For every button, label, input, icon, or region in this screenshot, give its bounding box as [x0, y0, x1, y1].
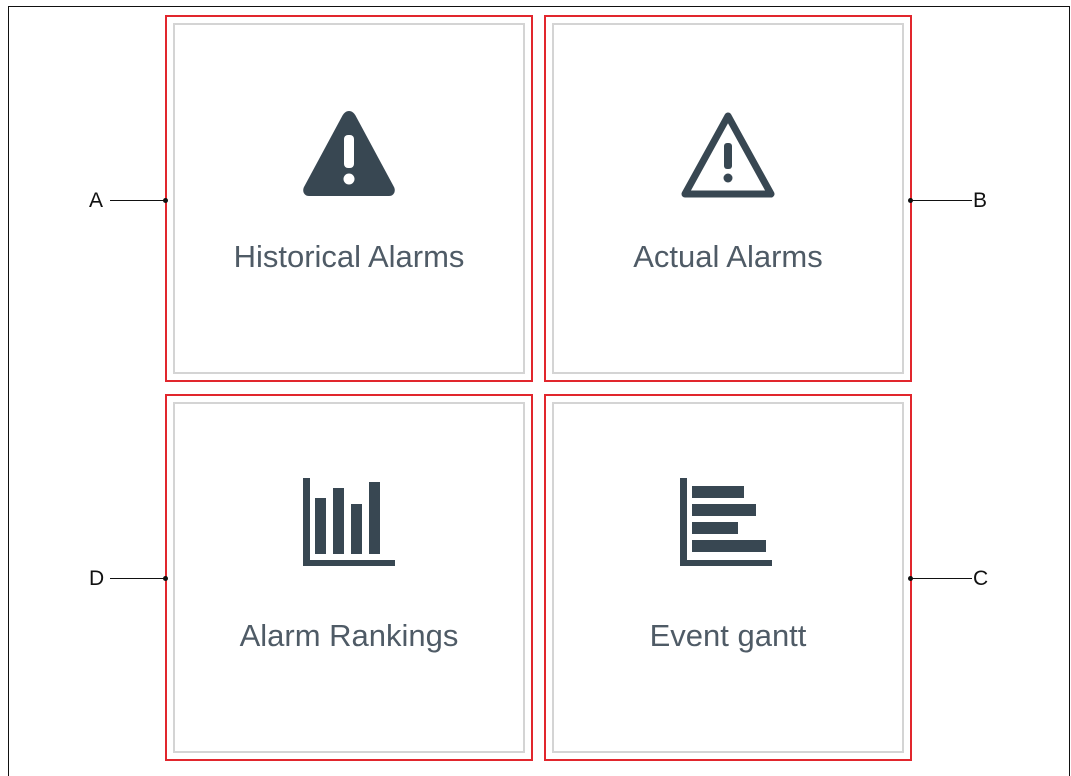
tile-label: Event gantt [649, 618, 807, 653]
alarm-rankings-tile[interactable]: Alarm Rankings [173, 402, 525, 753]
tile-highlight-alarm-rankings: Alarm Rankings [165, 394, 533, 761]
callout-line-d [110, 578, 166, 579]
gantt-chart-icon [680, 478, 772, 566]
callout-letter-c: C [973, 567, 989, 590]
tile-label: Actual Alarms [633, 239, 823, 274]
callout-line-b [911, 200, 972, 201]
bar-chart-icon [303, 478, 395, 566]
callout-dot-c [908, 576, 913, 581]
event-gantt-tile[interactable]: Event gantt [552, 402, 904, 753]
callout-dot-a [163, 198, 168, 203]
callout-line-c [911, 578, 972, 579]
tile-highlight-actual-alarms: Actual Alarms [544, 15, 912, 382]
tile-label: Historical Alarms [233, 239, 465, 274]
callout-line-a [110, 200, 166, 201]
tile-label: Alarm Rankings [239, 618, 459, 653]
tile-highlight-event-gantt: Event gantt [544, 394, 912, 761]
callout-letter-d: D [89, 567, 105, 590]
actual-alarms-tile[interactable]: Actual Alarms [552, 23, 904, 374]
warning-filled-icon [303, 111, 395, 196]
tile-highlight-historical-alarms: Historical Alarms [165, 15, 533, 382]
callout-dot-d [163, 576, 168, 581]
warning-outline-icon [681, 112, 775, 198]
callout-letter-b: B [973, 189, 988, 212]
callout-letter-a: A [89, 189, 104, 212]
callout-dot-b [908, 198, 913, 203]
historical-alarms-tile[interactable]: Historical Alarms [173, 23, 525, 374]
